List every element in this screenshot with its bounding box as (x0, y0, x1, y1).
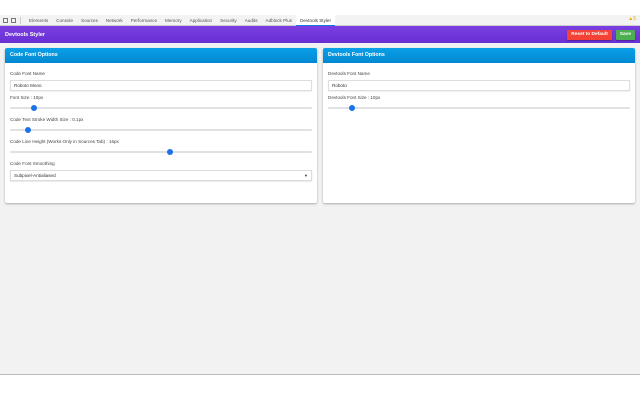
main-content: Code Font Options Code Font Name Roboto … (0, 43, 640, 375)
devtools-tab[interactable]: Security (216, 15, 241, 26)
font-size-slider[interactable] (10, 103, 312, 113)
devtools-tab[interactable]: Elements (25, 15, 52, 26)
devtools-font-name-label: Devtools Font Name (328, 71, 370, 76)
font-smoothing-label: Code Font Smoothing (10, 161, 55, 166)
warning-badge[interactable]: ▲5 (628, 16, 636, 22)
devtools-tab[interactable]: Audits (241, 15, 262, 26)
caret-down-icon: ▼ (304, 173, 308, 178)
line-height-label: Code Line Height (Works Only in Sources … (10, 139, 119, 144)
browser-top-area (0, 0, 640, 15)
card-title: Devtools Font Options (323, 48, 635, 63)
devtools-tab[interactable]: Sources (77, 15, 102, 26)
devtools-tab[interactable]: Application (186, 15, 216, 26)
devtools-font-options-card: Devtools Font Options Devtools Font Name… (323, 48, 635, 203)
slider-thumb[interactable] (25, 127, 32, 133)
code-font-name-label: Code Font Name (10, 71, 45, 76)
devtools-tab[interactable]: Performance (127, 15, 161, 26)
devtools-font-name-input[interactable]: Roboto (328, 80, 630, 91)
save-button[interactable]: Save (615, 29, 635, 40)
slider-thumb[interactable] (167, 149, 174, 155)
devtools-tab[interactable]: Adblock Plus (262, 15, 297, 26)
stroke-width-slider[interactable] (10, 125, 312, 135)
app-title: Devtools Styler (5, 31, 46, 38)
code-font-options-card: Code Font Options Code Font Name Roboto … (5, 48, 317, 203)
slider-thumb[interactable] (31, 105, 38, 111)
card-title: Code Font Options (5, 48, 317, 63)
devtools-font-size-label: Devtools Font Size : 10px (328, 95, 381, 100)
app-header: Devtools Styler Reset to Default Save (0, 26, 640, 43)
stroke-width-label: Code Text Stroke Width Size : 0.1px (10, 117, 84, 122)
devtools-tab[interactable]: Console (52, 15, 77, 26)
code-font-name-input[interactable]: Roboto Mono (10, 80, 312, 91)
divider (20, 16, 21, 24)
reset-to-default-button[interactable]: Reset to Default (567, 29, 612, 40)
inspect-icon[interactable] (3, 17, 8, 23)
selected-value: Subpixel-Antialiased (14, 173, 56, 178)
devtools-tab[interactable]: Memory (161, 15, 186, 26)
font-smoothing-select[interactable]: Subpixel-Antialiased ▼ (10, 170, 312, 181)
devtools-tab[interactable]: Network (102, 15, 127, 26)
devtools-tab-bar: Elements Console Sources Network Performance… (0, 14, 640, 26)
device-toolbar-icon[interactable] (11, 17, 16, 23)
font-size-label: Font Size : 10px (10, 95, 44, 100)
devtools-tab[interactable]: Devtools Styler (296, 14, 335, 26)
slider-thumb[interactable] (349, 105, 356, 111)
devtools-font-size-slider[interactable] (328, 103, 630, 113)
line-height-slider[interactable] (10, 147, 312, 157)
